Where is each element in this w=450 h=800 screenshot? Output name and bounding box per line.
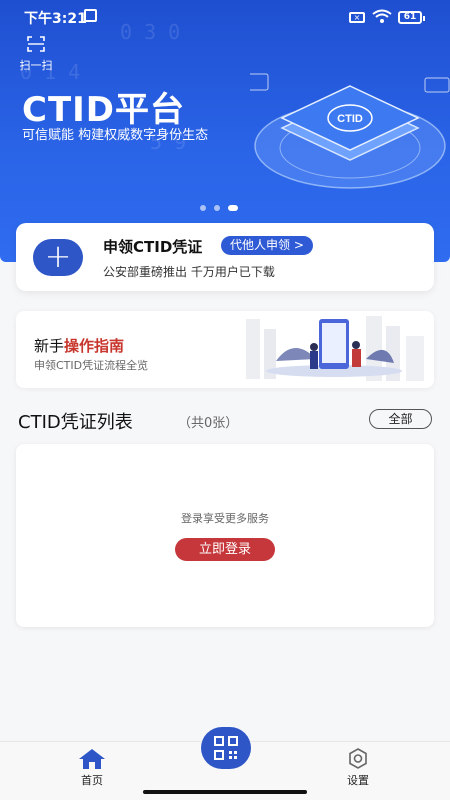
gear-icon xyxy=(349,748,367,769)
home-indicator xyxy=(143,790,307,794)
ctid-platform-illustration: CTID xyxy=(250,73,450,189)
carousel-indicator xyxy=(200,205,238,211)
tab-home[interactable]: 首页 xyxy=(62,748,122,788)
apply-ctid-card[interactable]: + 申领CTID凭证 代他人申领 > 公安部重磅推出 千万用户已下载 xyxy=(16,223,434,291)
apply-title: 申领CTID凭证 xyxy=(103,238,203,256)
qr-code-icon xyxy=(214,736,238,760)
tab-settings-label: 设置 xyxy=(347,774,369,787)
add-icon[interactable]: + xyxy=(33,239,83,276)
carousel-dot-active xyxy=(228,205,238,211)
nfc-icon xyxy=(84,9,97,22)
battery-icon: 61 xyxy=(398,11,425,24)
credential-count: （共0张） xyxy=(178,416,239,431)
hero-subtitle: 可信赋能 构建权威数字身份生态 xyxy=(22,128,209,143)
guide-title: 新手操作指南 xyxy=(34,335,124,356)
beginner-guide-banner[interactable]: 新手操作指南 申领CTID凭证流程全览 xyxy=(16,311,434,388)
credential-list-title: CTID凭证列表 xyxy=(18,412,133,433)
tab-home-label: 首页 xyxy=(81,774,103,787)
status-bar: 下午3:21 × 61 xyxy=(0,0,450,34)
carousel-dot xyxy=(214,205,220,211)
login-button[interactable]: 立即登录 xyxy=(175,538,275,561)
apply-for-others-button[interactable]: 代他人申领 > xyxy=(221,236,313,255)
guide-description: 申领CTID凭证流程全览 xyxy=(34,359,149,372)
filter-all-button[interactable]: 全部 xyxy=(369,409,432,429)
tab-settings[interactable]: 设置 xyxy=(328,748,388,788)
empty-state-text: 登录享受更多服务 xyxy=(181,512,269,525)
guide-illustration xyxy=(246,316,424,381)
guide-title-prefix: 新手 xyxy=(34,337,65,355)
guide-title-accent: 操作指南 xyxy=(64,337,125,355)
scan-icon xyxy=(27,36,45,52)
scan-button[interactable]: 扫一扫 xyxy=(16,36,56,73)
wifi-icon xyxy=(372,9,392,23)
apply-description: 公安部重磅推出 千万用户已下载 xyxy=(103,265,275,279)
sim-off-icon: × xyxy=(349,12,365,23)
credential-list-card: 登录享受更多服务 立即登录 xyxy=(16,444,434,627)
status-time: 下午3:21 xyxy=(24,11,87,27)
carousel-dot xyxy=(200,205,206,211)
home-icon xyxy=(79,749,105,769)
scan-label: 扫一扫 xyxy=(19,59,53,72)
qr-code-button[interactable] xyxy=(201,727,251,769)
platform-badge: CTID xyxy=(337,113,363,125)
